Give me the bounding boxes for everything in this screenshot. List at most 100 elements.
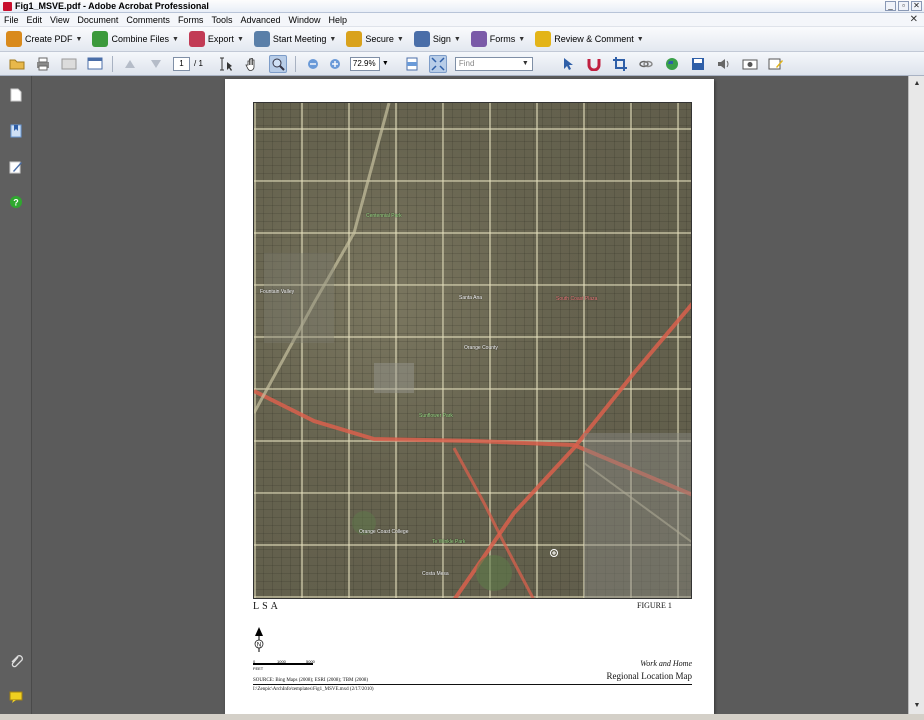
scroll-up-icon[interactable]: ▲ (911, 78, 923, 90)
svg-text:N: N (257, 643, 261, 649)
magnet-icon (587, 58, 601, 71)
chevron-down-icon: ▼ (329, 35, 337, 43)
maximize-button[interactable]: ▫ (898, 1, 909, 11)
minimize-button[interactable]: _ (885, 1, 896, 11)
zoom-dropdown-icon[interactable]: ▼ (382, 60, 389, 67)
toolbar-separator (294, 55, 296, 72)
close-button[interactable]: ✕ (911, 1, 922, 11)
email-icon (61, 58, 77, 69)
menu-window[interactable]: Window (288, 15, 320, 25)
map-label: Te Winkle Park (432, 539, 466, 545)
north-arrow-icon: N (254, 627, 264, 652)
email-button[interactable] (60, 55, 78, 73)
map-label: South Coast Plaza (556, 296, 598, 302)
task-toolbar: Create PDF ▼ Combine Files ▼ Export ▼ Start… (0, 27, 924, 52)
scale-bar: 0 1000 5000 FEET (253, 659, 315, 671)
previous-page-button[interactable] (121, 55, 139, 73)
attach-button[interactable] (585, 55, 603, 73)
edit-form-button[interactable] (767, 55, 785, 73)
map-label: Costa Mesa (422, 571, 449, 577)
hand-icon (245, 57, 255, 71)
pointer-icon (563, 57, 573, 70)
link-button[interactable] (637, 55, 655, 73)
menu-view[interactable]: View (50, 15, 69, 25)
fit-page-button[interactable] (428, 54, 447, 73)
screen-capture-button[interactable] (741, 55, 759, 73)
create-pdf-icon (6, 31, 22, 47)
text-select-icon (219, 57, 232, 71)
chevron-down-icon[interactable]: ▼ (522, 58, 529, 70)
svg-text:?: ? (13, 198, 19, 208)
pages-icon[interactable] (9, 88, 23, 102)
menu-edit[interactable]: Edit (27, 15, 43, 25)
forms-button[interactable]: Forms ▼ (470, 31, 526, 47)
read-aloud-button[interactable] (715, 55, 733, 73)
form-edit-icon (768, 58, 783, 69)
open-button[interactable] (8, 55, 26, 73)
menu-comments[interactable]: Comments (126, 15, 170, 25)
menu-forms[interactable]: Forms (178, 15, 204, 25)
bookmarks-icon[interactable] (9, 124, 23, 138)
page-number-input[interactable]: 1 (173, 56, 190, 71)
chevron-down-icon: ▼ (518, 35, 526, 43)
scroll-down-icon[interactable]: ▼ (911, 700, 923, 712)
menu-help[interactable]: Help (329, 15, 348, 25)
web-button[interactable] (663, 55, 681, 73)
vertical-scrollbar[interactable]: ▲ ▼ (908, 76, 924, 714)
chevron-down-icon: ▼ (396, 35, 404, 43)
combine-files-button[interactable]: Combine Files ▼ (92, 31, 179, 47)
zoom-cursor-icon (550, 549, 558, 557)
crop-icon (612, 56, 627, 71)
menu-advanced[interactable]: Advanced (240, 15, 280, 25)
zoom-level-input[interactable]: 72.9% (349, 56, 380, 71)
map-label: Sunflower Park (419, 413, 453, 419)
find-input[interactable]: Find ▼ (454, 56, 533, 71)
signatures-icon[interactable] (9, 160, 23, 174)
chevron-down-icon: ▼ (453, 35, 461, 43)
print-button[interactable] (34, 55, 52, 73)
web-capture-button[interactable] (86, 55, 104, 73)
project-name: Work and Home (640, 659, 692, 668)
map-label: Santa Ana (459, 295, 483, 301)
comment-icon (535, 31, 552, 47)
start-meeting-button[interactable]: Start Meeting ▼ (253, 31, 337, 47)
save-button[interactable] (689, 55, 707, 73)
document-viewer[interactable]: Centennial Park Santa Ana Orange County … (32, 76, 908, 714)
meeting-icon (253, 31, 270, 47)
attachments-icon[interactable] (9, 654, 23, 668)
select-object-button[interactable] (559, 55, 577, 73)
close-document-icon[interactable]: ✕ (910, 14, 918, 25)
next-page-button[interactable] (147, 55, 165, 73)
marquee-zoom-button[interactable] (268, 54, 287, 73)
window-title: Fig1_MSVE.pdf - Adobe Acrobat Profession… (15, 1, 209, 11)
menu-file[interactable]: File (4, 15, 19, 25)
arrow-down-icon (151, 59, 161, 68)
sign-button[interactable]: Sign ▼ (413, 31, 461, 47)
secure-button[interactable]: Secure ▼ (346, 31, 404, 47)
aerial-map: Centennial Park Santa Ana Orange County … (253, 102, 692, 599)
menu-tools[interactable]: Tools (211, 15, 232, 25)
hand-tool-button[interactable] (243, 55, 261, 73)
crop-button[interactable] (611, 55, 629, 73)
speaker-icon (717, 58, 729, 69)
toolbar-separator (112, 55, 113, 72)
select-tool-button[interactable] (217, 55, 235, 73)
menu-document[interactable]: Document (77, 15, 118, 25)
zoom-in-button[interactable] (326, 55, 344, 73)
review-comment-button[interactable]: Review & Comment ▼ (535, 31, 644, 47)
fit-width-icon (406, 57, 418, 70)
zoom-out-button[interactable] (304, 55, 322, 73)
fit-width-button[interactable] (403, 55, 421, 73)
link-icon (639, 60, 653, 67)
file-path-note: I:\Zenpic\ArchInfo\templates\Fig1_MSVE.m… (253, 687, 374, 692)
chevron-down-icon: ▼ (171, 35, 179, 43)
export-button[interactable]: Export ▼ (188, 31, 244, 47)
page-total: / 1 (194, 59, 203, 68)
comments-icon[interactable] (9, 690, 23, 704)
lock-icon (346, 31, 363, 47)
help-icon[interactable]: ? (9, 195, 23, 209)
map-label: Fountain Valley (260, 289, 295, 295)
lsa-logo: LSA (253, 601, 281, 612)
create-pdf-button[interactable]: Create PDF ▼ (6, 31, 82, 47)
zoom-in-icon (329, 58, 340, 69)
